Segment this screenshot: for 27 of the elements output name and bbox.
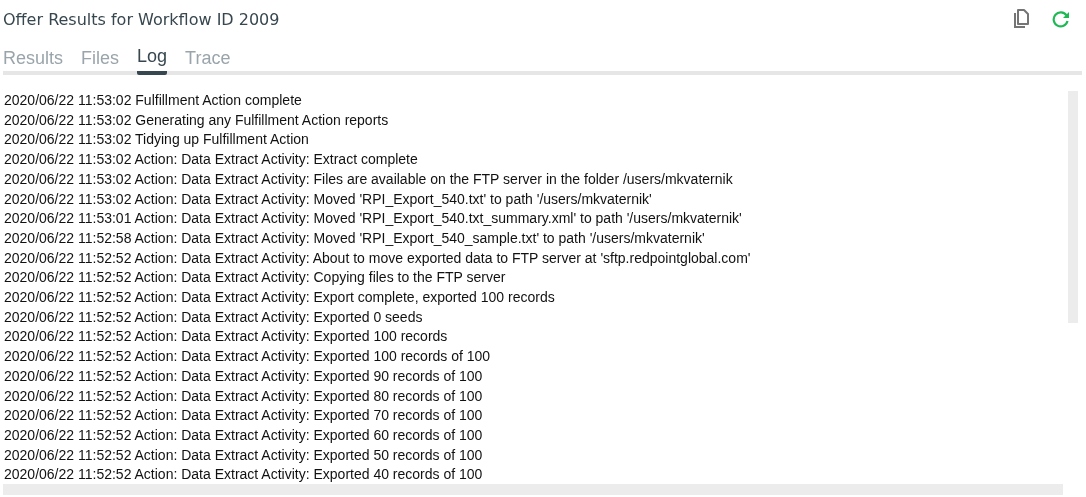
log-line: 2020/06/22 11:53:02 Fulfillment Action complete bbox=[4, 91, 303, 110]
log-line: 2020/06/22 11:52:52 Action: Data Extract Activity: Exported 40 records of 100 bbox=[4, 465, 484, 485]
log-line: 2020/06/22 11:52:52 Action: Data Extract Activity: Exported 60 records of 100 bbox=[4, 425, 484, 445]
log-line: 2020/06/22 11:52:52 Action: Data Extract Activity: Exported 80 records of 100 bbox=[4, 386, 484, 406]
log-line: 2020/06/22 11:52:52 Action: Data Extract Activity: Copying files to the FTP server bbox=[4, 268, 507, 288]
log-line: 2020/06/22 11:53:02 Action: Data Extract Activity: Extract complete bbox=[4, 150, 419, 170]
log-line: 2020/06/22 11:53:02 Tidying up Fulfillment Action bbox=[4, 130, 310, 150]
log-line: 2020/06/22 11:52:52 Action: Data Extract Activity: Exported 50 records of 100 bbox=[4, 445, 484, 465]
log-line: 2020/06/22 11:52:52 Action: Data Extract Activity: Export complete, exported 100 records bbox=[4, 288, 556, 308]
tab[interactable]: Trace bbox=[185, 41, 237, 75]
refresh-icon[interactable] bbox=[1052, 10, 1070, 28]
log-line: 2020/06/22 11:53:02 Action: Data Extract Activity: Files are available on the FTP server in the folder /users/mkvaternik bbox=[4, 169, 734, 189]
log-line: 2020/06/22 11:52:52 Action: Data Extract Activity: Exported 100 records of 100 bbox=[4, 347, 492, 367]
window-title: Offer Results for Workflow ID 2009 bbox=[3, 9, 280, 29]
copy-icon[interactable] bbox=[1012, 9, 1030, 29]
log-line: 2020/06/22 11:53:02 Action: Data Extract Activity: Moved 'RPI_Export_540.txt' to path '/users/mkvaternik' bbox=[4, 189, 653, 209]
tab[interactable]: Log bbox=[137, 41, 168, 75]
log-line: 2020/06/22 11:52:52 Action: Data Extract Activity: Exported 90 records of 100 bbox=[4, 366, 484, 386]
log-line: 2020/06/22 11:52:52 Action: Data Extract Activity: About to move exported data to FTP server at 'sftp.redpointglobal.com' bbox=[4, 248, 752, 268]
log-line: 2020/06/22 11:52:52 Action: Data Extract Activity: Exported 0 seeds bbox=[4, 307, 424, 327]
log-line: 2020/06/22 11:53:01 Action: Data Extract Activity: Moved 'RPI_Export_540.txt_summary.xml' to path '/users/mkvaternik' bbox=[4, 209, 743, 229]
tab[interactable]: Files bbox=[81, 41, 126, 75]
tab[interactable]: Results bbox=[3, 41, 70, 75]
log-line: 2020/06/22 11:52:52 Action: Data Extract Activity: Exported 70 records of 100 bbox=[4, 406, 484, 426]
log-line: 2020/06/22 11:52:52 Action: Data Extract Activity: Exported 100 records bbox=[4, 327, 449, 347]
log-line: 2020/06/22 11:52:58 Action: Data Extract Activity: Moved 'RPI_Export_540_sample.txt' to path '/users/mkvaternik' bbox=[4, 228, 706, 248]
log-line: 2020/06/22 11:53:02 Generating any Fulfillment Action reports bbox=[4, 110, 390, 130]
